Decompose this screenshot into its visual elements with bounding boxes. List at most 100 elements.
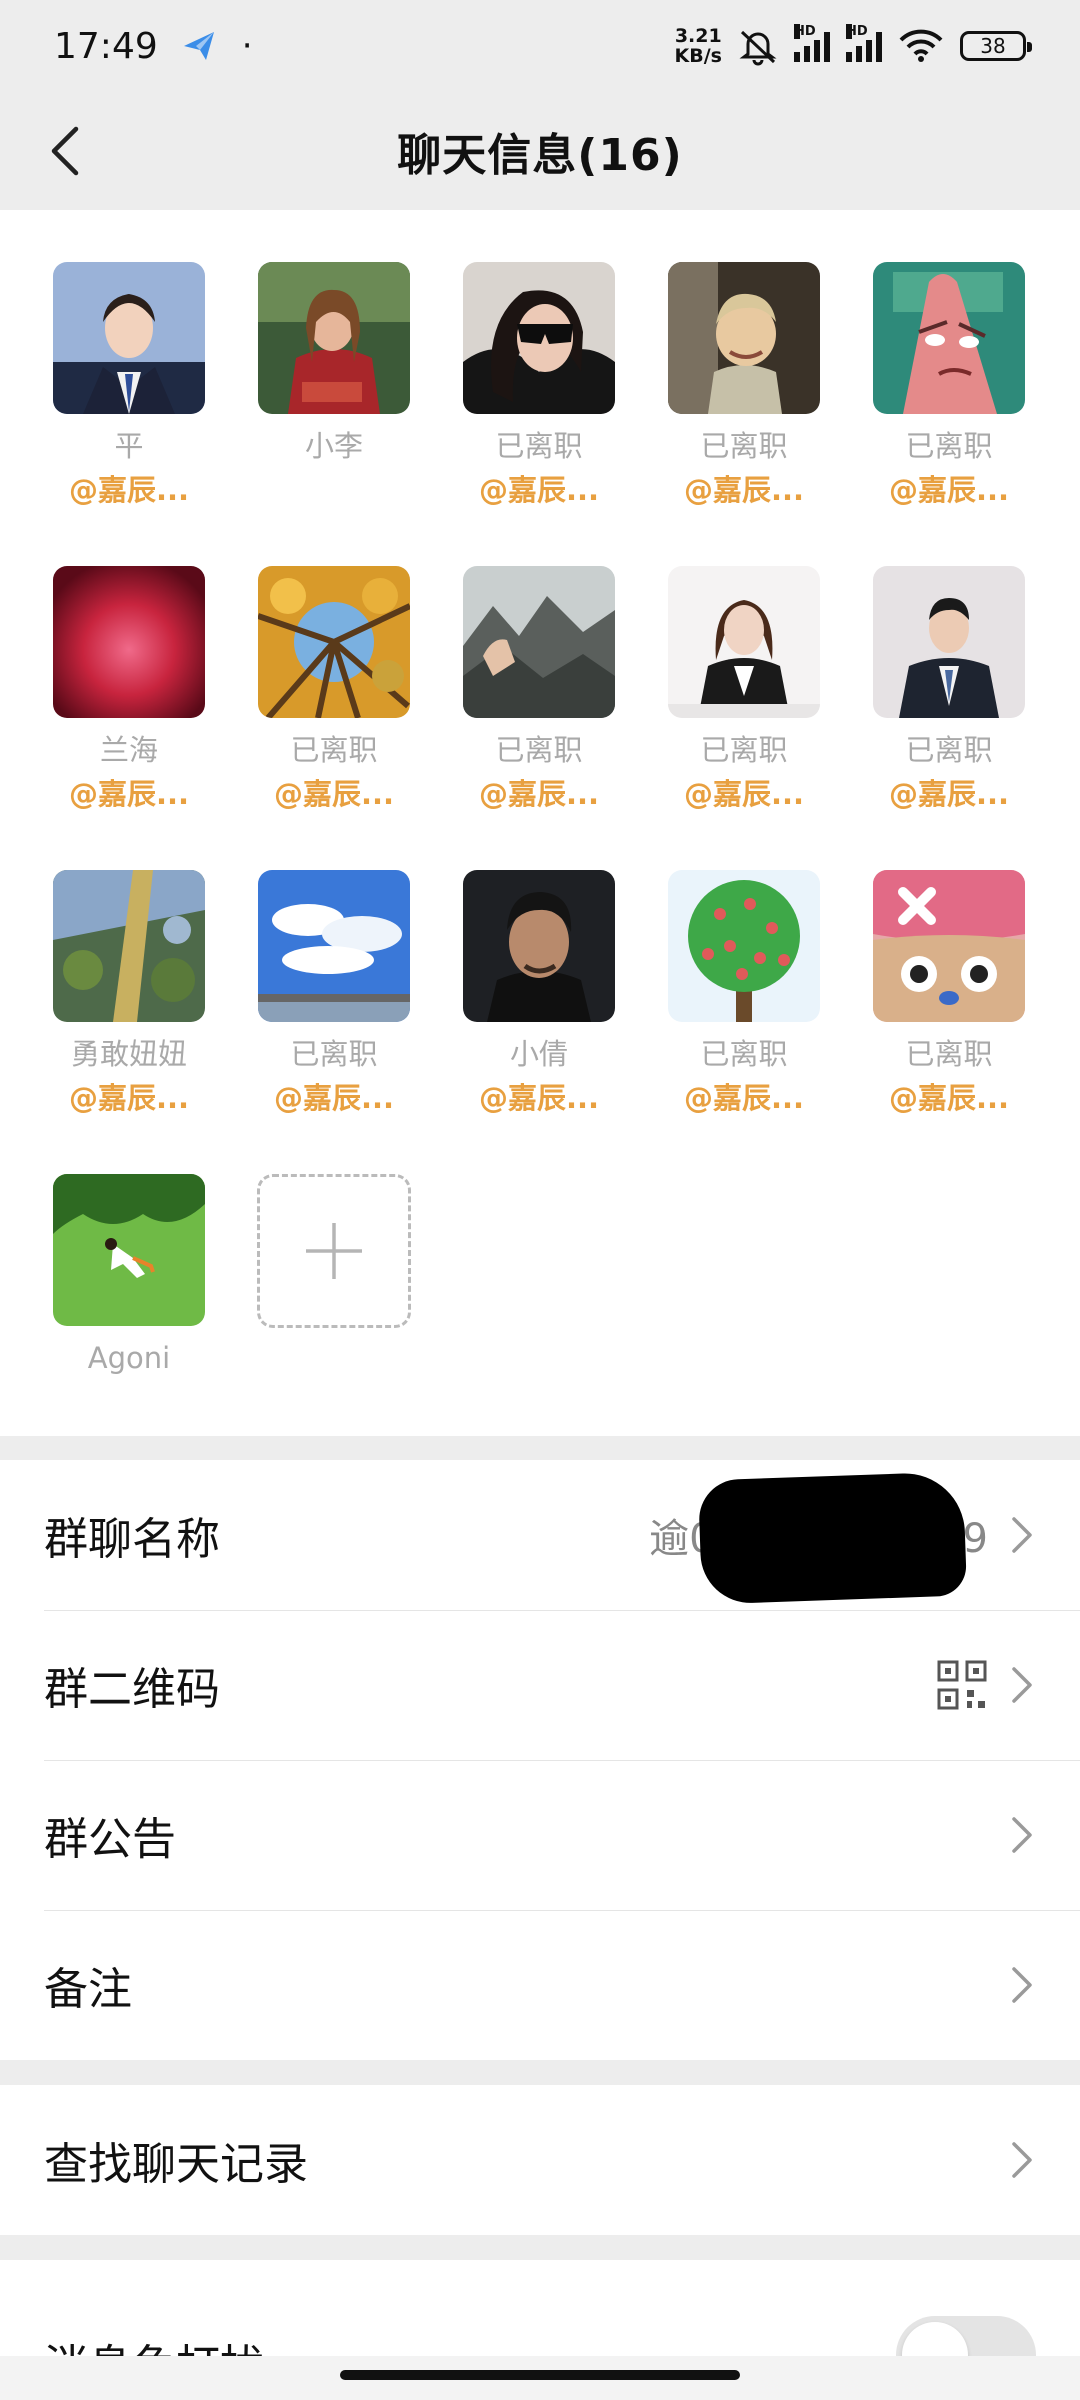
hd-label-1: HD	[794, 24, 816, 39]
net-speed-unit: KB/s	[674, 45, 722, 67]
search-history-row[interactable]: 查找聊天记录	[0, 2085, 1080, 2235]
member-item[interactable]: 勇敢妞妞 @嘉辰...	[39, 870, 219, 1116]
member-avatar	[668, 262, 820, 414]
group-notice-label: 群公告	[44, 1814, 176, 1865]
member-tag: @嘉辰...	[478, 777, 600, 811]
member-avatar	[463, 566, 615, 718]
member-tag: @嘉辰...	[683, 1081, 805, 1115]
members-panel: 平 @嘉辰... 小李 已离职 @嘉辰... 已离职 @嘉辰... 已离职 @嘉…	[0, 210, 1080, 1436]
net-speed: 3.21 KB/s	[675, 26, 722, 66]
member-tag: @嘉辰...	[478, 1081, 600, 1115]
member-avatar	[258, 566, 410, 718]
member-name: 已离职	[495, 429, 583, 463]
back-arrow-icon	[51, 126, 79, 176]
group-notice-row[interactable]: 群公告	[0, 1760, 1080, 1910]
chevron-right-icon	[1012, 2142, 1032, 2178]
member-tag: @嘉辰...	[68, 777, 190, 811]
search-history-right	[1010, 2138, 1036, 2182]
settings-group-search: 查找聊天记录	[0, 2085, 1080, 2235]
page-title: 聊天信息(16)	[397, 130, 683, 181]
member-name: 已离职	[905, 1037, 993, 1071]
member-item[interactable]: 小倩 @嘉辰...	[449, 870, 629, 1116]
member-avatar	[258, 870, 410, 1022]
member-name: 已离职	[495, 733, 583, 767]
member-avatar	[463, 870, 615, 1022]
member-name: 小李	[304, 429, 363, 463]
remark-right	[1010, 1963, 1036, 2007]
member-name: 已离职	[905, 429, 993, 463]
group-name-value-end: 9	[962, 1516, 988, 1562]
member-avatar	[873, 262, 1025, 414]
home-indicator[interactable]	[340, 2370, 740, 2380]
redaction-mark	[697, 1471, 968, 1605]
member-avatar	[873, 566, 1025, 718]
status-left: 17:49 ·	[54, 26, 253, 67]
wifi-icon	[899, 29, 943, 62]
member-avatar	[258, 262, 410, 414]
settings-group-info: 群聊名称 逾0 9 群二维码 群公告 备注	[0, 1460, 1080, 2060]
group-name-row[interactable]: 群聊名称 逾0 9	[0, 1460, 1080, 1610]
member-item[interactable]: 已离职 @嘉辰...	[654, 262, 834, 508]
member-item[interactable]: 已离职 @嘉辰...	[654, 870, 834, 1116]
member-avatar	[53, 566, 205, 718]
member-tag: @嘉辰...	[683, 473, 805, 507]
mute-bell-icon	[739, 30, 777, 66]
member-name: 已离职	[290, 1037, 378, 1071]
member-item[interactable]: Agoni	[39, 1174, 219, 1376]
member-tag: @嘉辰...	[683, 777, 805, 811]
status-bar: 17:49 · 3.21 KB/s HD HD 38	[0, 0, 1080, 92]
search-history-label: 查找聊天记录	[44, 2139, 308, 2190]
signal-1-icon: HD	[794, 24, 830, 62]
member-avatar	[668, 870, 820, 1022]
member-item[interactable]: 已离职 @嘉辰...	[244, 566, 424, 812]
battery-level: 38	[980, 34, 1006, 58]
member-name: 已离职	[700, 1037, 788, 1071]
member-item[interactable]: 已离职 @嘉辰...	[449, 566, 629, 812]
member-name: Agoni	[87, 1341, 171, 1375]
group-qr-label: 群二维码	[44, 1664, 220, 1715]
remark-row[interactable]: 备注	[0, 1910, 1080, 2060]
chevron-right-icon	[1012, 1667, 1032, 1703]
qr-code-icon	[937, 1660, 987, 1710]
member-name: 已离职	[700, 733, 788, 767]
member-item[interactable]: 已离职 @嘉辰...	[244, 870, 424, 1116]
member-tag: @嘉辰...	[68, 473, 190, 507]
battery-indicator: 38	[960, 31, 1032, 61]
chevron-right-icon	[1012, 1967, 1032, 2003]
member-tag: @嘉辰...	[888, 473, 1010, 507]
member-avatar	[873, 870, 1025, 1022]
member-avatar	[53, 870, 205, 1022]
signal-2-icon: HD	[846, 24, 882, 62]
status-right: 3.21 KB/s HD HD 38	[675, 24, 1032, 66]
member-item[interactable]: 小李	[244, 262, 424, 508]
member-item[interactable]: 已离职 @嘉辰...	[859, 870, 1039, 1116]
group-qr-right	[936, 1659, 1036, 1711]
nav-bar: 聊天信息(16)	[0, 92, 1080, 210]
net-speed-value: 3.21	[674, 25, 722, 47]
member-name: 已离职	[700, 429, 788, 463]
status-dot: ·	[241, 26, 253, 66]
member-item[interactable]: 兰海 @嘉辰...	[39, 566, 219, 812]
member-avatar	[53, 1174, 205, 1326]
add-member-button[interactable]	[244, 1174, 424, 1328]
member-tag: @嘉辰...	[273, 1081, 395, 1115]
member-avatar	[463, 262, 615, 414]
group-notice-right	[1010, 1813, 1036, 1857]
plus-icon	[306, 1223, 362, 1279]
member-item[interactable]: 平 @嘉辰...	[39, 262, 219, 508]
add-member-tile[interactable]	[257, 1174, 411, 1328]
member-item[interactable]: 已离职 @嘉辰...	[449, 262, 629, 508]
group-qr-row[interactable]: 群二维码	[0, 1610, 1080, 1760]
member-avatar	[668, 566, 820, 718]
member-name: 已离职	[290, 733, 378, 767]
app-notification-icon	[183, 32, 214, 60]
member-name: 已离职	[905, 733, 993, 767]
member-item[interactable]: 已离职 @嘉辰...	[654, 566, 834, 812]
remark-label: 备注	[44, 1964, 132, 2015]
member-item[interactable]: 已离职 @嘉辰...	[859, 566, 1039, 812]
group-name-label: 群聊名称	[44, 1514, 220, 1565]
member-name: 小倩	[509, 1037, 568, 1071]
back-button[interactable]	[30, 116, 100, 186]
member-item[interactable]: 已离职 @嘉辰...	[859, 262, 1039, 508]
member-tag: @嘉辰...	[888, 1081, 1010, 1115]
